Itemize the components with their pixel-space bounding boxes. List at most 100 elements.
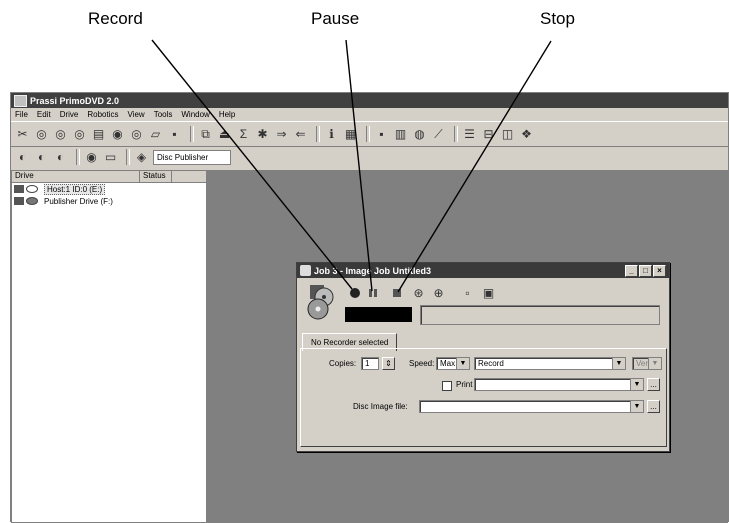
menu-robotics[interactable]: Robotics <box>87 110 118 119</box>
calendar-icon[interactable]: ▦ <box>343 127 358 142</box>
chart-icon[interactable]: ⟋ <box>431 127 446 142</box>
copy-icon[interactable]: ⧉ <box>198 127 213 142</box>
disc-info-icon[interactable]: ⊛ <box>411 285 426 300</box>
data-disc-icon[interactable]: ◎ <box>72 127 87 142</box>
copies-input[interactable]: 1 <box>361 357 379 370</box>
job-titlebar: Job 3 - Image Job Untitled3 _ □ × <box>297 263 669 278</box>
menu-edit[interactable]: Edit <box>37 110 51 119</box>
toolbar-separator <box>366 126 370 142</box>
image-job-window: Job 3 - Image Job Untitled3 _ □ × ⊛ ⊕ ▫ … <box>296 262 670 452</box>
print-checkbox[interactable] <box>442 381 452 391</box>
print-browse-button[interactable]: ... <box>647 378 660 391</box>
pause-button[interactable] <box>368 288 378 298</box>
disk-icon[interactable]: ▪ <box>374 127 389 142</box>
job-settings-panel: Copies: 1 ⇕ Speed: Max ▼ Record ▼ Verif … <box>300 348 667 447</box>
print-template-select[interactable]: ▼ <box>474 378 644 391</box>
tile-split-icon[interactable]: ⊟ <box>481 127 496 142</box>
toolbar-separator <box>76 149 80 165</box>
disc-image-select[interactable]: ▼ <box>419 400 644 413</box>
publisher-drive-icon <box>14 196 40 206</box>
print-disc-icon[interactable]: ▥ <box>393 127 408 142</box>
publisher-icon[interactable]: ◈ <box>134 150 149 165</box>
disc-job-icon <box>307 285 334 320</box>
close-button[interactable]: × <box>653 264 666 277</box>
properties-icon[interactable]: ▫ <box>460 285 475 300</box>
mixed-disc-icon[interactable]: ◎ <box>129 127 144 142</box>
copies-stepper[interactable]: ⇕ <box>382 357 395 370</box>
toolbar-separator <box>126 149 130 165</box>
record-callout-label: Record <box>88 9 143 28</box>
mode-select[interactable]: Record ▼ <box>474 357 626 370</box>
image-browse-button[interactable]: ... <box>647 400 660 413</box>
menu-window[interactable]: Window <box>181 110 209 119</box>
zoom-icon[interactable]: ⊕ <box>431 285 446 300</box>
progress-display <box>345 307 412 322</box>
drive-name: Publisher Drive (F:) <box>44 196 113 206</box>
drive-list-pane: Drive Status Host:1 ID:0 (E:) Publisher … <box>11 170 207 523</box>
pause-callout-label: Pause <box>311 9 360 28</box>
robot-unload-icon[interactable]: ◐ <box>34 150 49 165</box>
chevron-down-icon: ▼ <box>630 401 643 412</box>
column-status[interactable]: Status <box>140 171 172 182</box>
speed-select[interactable]: Max ▼ <box>436 357 470 370</box>
arrow-left-icon[interactable]: ⇐ <box>293 127 308 142</box>
drive-row[interactable]: Publisher Drive (F:) <box>12 195 206 207</box>
speed-value: Max <box>440 359 456 368</box>
drive-list-header: Drive Status <box>12 171 206 183</box>
mode-value: Record <box>478 359 504 368</box>
drive-row[interactable]: Host:1 ID:0 (E:) <box>12 183 206 195</box>
tile-vertical-icon[interactable]: ◫ <box>500 127 515 142</box>
arrow-right-icon[interactable]: ⇒ <box>274 127 289 142</box>
settings-icon[interactable]: ❖ <box>519 127 534 142</box>
copy-disc-icon[interactable]: ◎ <box>34 127 49 142</box>
save-icon[interactable]: ▪ <box>167 127 182 142</box>
maximize-button[interactable]: □ <box>639 264 652 277</box>
chevron-down-icon: ▼ <box>456 358 469 369</box>
publisher-selector[interactable]: Disc Publisher <box>153 149 231 165</box>
menu-file[interactable]: File <box>15 110 28 119</box>
toolbar-separator <box>316 126 320 142</box>
video-disc-icon[interactable]: ◉ <box>110 127 125 142</box>
job-icon <box>300 265 311 276</box>
toolbar-separator <box>454 126 458 142</box>
stop-button[interactable] <box>392 288 402 298</box>
menu-tools[interactable]: Tools <box>154 110 173 119</box>
status-display <box>420 305 660 325</box>
job-title: Job 3 - Image Job Untitled3 <box>314 265 432 276</box>
stop-callout-label: Stop <box>540 9 575 28</box>
menu-view[interactable]: View <box>127 110 144 119</box>
minimize-button[interactable]: _ <box>625 264 638 277</box>
robot-disc-icon[interactable]: ◉ <box>84 150 99 165</box>
robot-load-icon[interactable]: ◐ <box>15 150 30 165</box>
image-job-icon[interactable]: ▤ <box>91 127 106 142</box>
save-job-icon[interactable]: ▣ <box>481 285 496 300</box>
disc-image-label: Disc Image file: <box>353 402 408 411</box>
verify-select[interactable]: Verif ▼ <box>632 357 662 370</box>
audio-disc-icon[interactable]: ◎ <box>53 127 68 142</box>
drive-name: Host:1 ID:0 (E:) <box>44 183 106 195</box>
record-button[interactable] <box>349 287 361 299</box>
info-icon[interactable]: ℹ <box>324 127 339 142</box>
printer-icon[interactable]: ▭ <box>103 150 118 165</box>
app-icon <box>14 94 27 107</box>
tools-icon[interactable]: ✱ <box>255 127 270 142</box>
menu-bar: File Edit Drive Robotics View Tools Wind… <box>11 108 728 121</box>
robot-reject-icon[interactable]: ◐ <box>53 150 68 165</box>
chevron-down-icon: ▼ <box>612 358 625 369</box>
print-label: Print <box>456 380 473 389</box>
app-title: Prassi PrimoDVD 2.0 <box>30 95 120 106</box>
toolbar-separator <box>190 126 194 142</box>
speed-label: Speed: <box>409 359 435 368</box>
app-titlebar: Prassi PrimoDVD 2.0 <box>11 93 728 108</box>
tile-horizontal-icon[interactable]: ☰ <box>462 127 477 142</box>
sigma-icon[interactable]: Σ <box>236 127 251 142</box>
open-icon[interactable]: ▱ <box>148 127 163 142</box>
column-drive[interactable]: Drive <box>12 171 140 182</box>
menu-help[interactable]: Help <box>219 110 235 119</box>
recorder-drive-icon <box>14 184 40 194</box>
wizard-icon[interactable]: ✂ <box>15 127 30 142</box>
copies-label: Copies: <box>329 359 357 368</box>
disc-search-icon[interactable]: ◍ <box>412 127 427 142</box>
menu-drive[interactable]: Drive <box>60 110 79 119</box>
eject-icon[interactable]: ⏏ <box>217 127 232 142</box>
